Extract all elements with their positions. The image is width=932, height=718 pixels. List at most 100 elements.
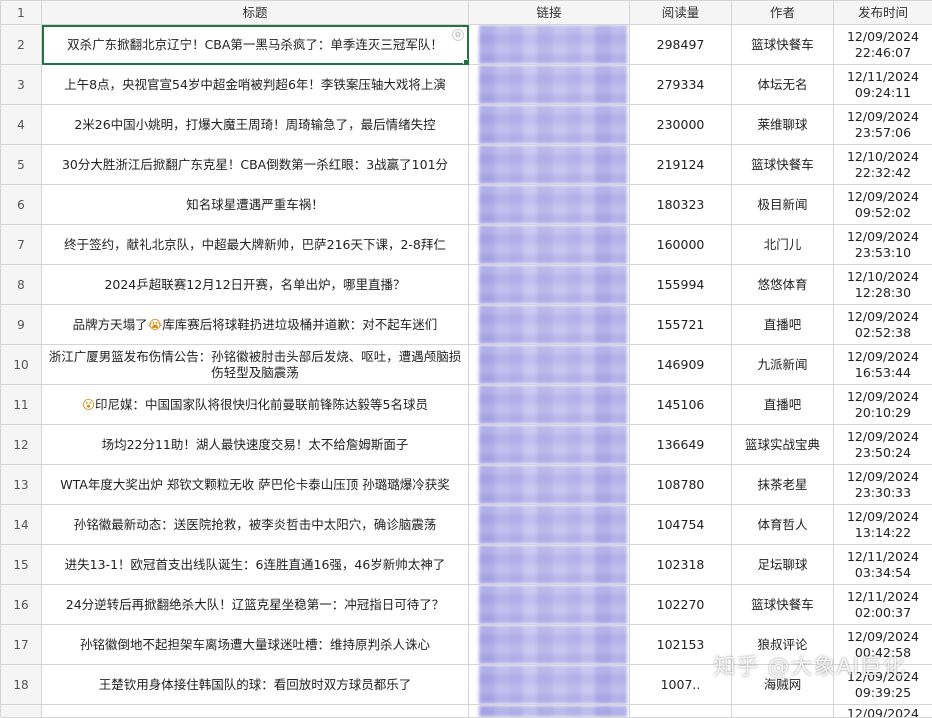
publish-time-cell[interactable]: 12/09/2024 23:53:10 [834,225,932,265]
publish-time-cell[interactable]: 12/10/2024 22:32:42 [834,145,932,185]
link-cell-blurred[interactable] [469,425,630,465]
link-cell-blurred[interactable] [469,585,630,625]
publish-time-cell[interactable]: 12/09/2024 23:30:33 [834,465,932,505]
link-cell-blurred[interactable] [469,665,630,705]
author-cell[interactable]: 抹茶老星 [732,465,834,505]
author-cell[interactable]: 篮球快餐车 [732,25,834,65]
row-number[interactable]: 13 [1,465,42,505]
link-cell-blurred[interactable] [469,505,630,545]
link-cell-blurred[interactable] [469,185,630,225]
publish-time-cell[interactable]: 12/09/2024 09:52:02 [834,185,932,225]
author-cell[interactable]: 足坛聊球 [732,545,834,585]
title-cell[interactable]: 2米26中国小姚明，打爆大魔王周琦！周琦输急了，最后情绪失控 [42,105,469,145]
author-cell[interactable]: 直播吧 [732,305,834,345]
author-cell[interactable]: 莱维聊球 [732,105,834,145]
column-header-link[interactable]: 链接 [469,1,630,25]
publish-time-cell[interactable]: 12/09/2024 20:10:29 [834,385,932,425]
title-cell[interactable]: 30分大胜浙江后掀翻广东克星！CBA倒数第一杀红眼：3战赢了101分 [42,145,469,185]
reads-cell[interactable]: 108780 [630,465,732,505]
link-cell-blurred[interactable] [469,545,630,585]
link-cell-blurred[interactable] [469,105,630,145]
title-cell[interactable]: 品牌方天塌了 😭 库库赛后将球鞋扔进垃圾桶并道歉：对不起车迷们 [42,305,469,345]
title-cell-selected[interactable]: 双杀广东掀翻北京辽宁！CBA第一黑马杀疯了：单季连灭三冠军队！ ✿ [42,25,469,65]
row-number[interactable]: 6 [1,185,42,225]
link-cell-blurred[interactable] [469,625,630,665]
title-cell-partial[interactable] [42,705,469,718]
author-cell[interactable]: 悠悠体育 [732,265,834,305]
publish-time-cell[interactable]: 12/09/2024 02:52:38 [834,305,932,345]
reads-cell[interactable]: 1007.. [630,665,732,705]
author-cell[interactable]: 直播吧 [732,385,834,425]
author-cell[interactable]: 海贼网 [732,665,834,705]
author-cell[interactable]: 北门儿 [732,225,834,265]
reads-cell[interactable]: 146909 [630,345,732,385]
publish-time-cell-partial[interactable]: 12/09/2024 [834,705,932,718]
column-header-author[interactable]: 作者 [732,1,834,25]
title-cell[interactable]: 知名球星遭遇严重车祸！ [42,185,469,225]
reads-cell[interactable]: 102318 [630,545,732,585]
author-cell[interactable]: 狼叔评论 [732,625,834,665]
row-number[interactable]: 12 [1,425,42,465]
title-cell[interactable]: 上午8点，央视官宣54岁中超金哨被判超6年！李铁案压轴大戏将上演 [42,65,469,105]
publish-time-cell[interactable]: 12/10/2024 12:28:30 [834,265,932,305]
publish-time-cell[interactable]: 12/11/2024 02:00:37 [834,585,932,625]
author-cell-partial[interactable] [732,705,834,718]
row-number-1[interactable]: 1 [1,1,42,25]
row-number[interactable]: 17 [1,625,42,665]
row-number[interactable]: 9 [1,305,42,345]
title-cell[interactable]: 😮 印尼媒：中国国家队将很快归化前曼联前锋陈达毅等5名球员 [42,385,469,425]
row-number[interactable]: 16 [1,585,42,625]
author-cell[interactable]: 极目新闻 [732,185,834,225]
row-number[interactable]: 10 [1,345,42,385]
reads-cell[interactable]: 104754 [630,505,732,545]
reads-cell[interactable]: 155721 [630,305,732,345]
title-cell[interactable]: 浙江广厦男篮发布伤情公告：孙铭徽被肘击头部后发烧、呕吐，遭遇颅脑损伤轻型及脑震荡 [42,345,469,385]
title-cell[interactable]: 王楚钦用身体接住韩国队的球：看回放时双方球员都乐了 [42,665,469,705]
column-header-title[interactable]: 标题 [42,1,469,25]
author-cell[interactable]: 篮球快餐车 [732,585,834,625]
link-cell-blurred[interactable] [469,465,630,505]
publish-time-cell[interactable]: 12/09/2024 09:39:25 [834,665,932,705]
title-cell[interactable]: 终于签约，献礼北京队，中超最大牌新帅，巴萨216天下课，2-8拜仁 [42,225,469,265]
link-cell-blurred[interactable] [469,25,630,65]
author-cell[interactable]: 体坛无名 [732,65,834,105]
title-cell[interactable]: WTA年度大奖出炉 郑钦文颗粒无收 萨巴伦卡泰山压顶 孙璐璐爆冷获奖 [42,465,469,505]
publish-time-cell[interactable]: 12/09/2024 16:53:44 [834,345,932,385]
link-cell-blurred[interactable] [469,385,630,425]
reads-cell[interactable]: 145106 [630,385,732,425]
row-number[interactable]: 4 [1,105,42,145]
reads-cell[interactable]: 298497 [630,25,732,65]
publish-time-cell[interactable]: 12/09/2024 00:42:58 [834,625,932,665]
row-number[interactable]: 15 [1,545,42,585]
row-number[interactable]: 7 [1,225,42,265]
publish-time-cell[interactable]: 12/09/2024 23:50:24 [834,425,932,465]
column-header-reads[interactable]: 阅读量 [630,1,732,25]
row-number[interactable]: 8 [1,265,42,305]
reads-cell[interactable]: 136649 [630,425,732,465]
author-cell[interactable]: 体育哲人 [732,505,834,545]
reads-cell-partial[interactable] [630,705,732,718]
link-cell-blurred[interactable] [469,225,630,265]
publish-time-cell[interactable]: 12/11/2024 09:24:11 [834,65,932,105]
title-cell[interactable]: 24分逆转后再掀翻绝杀大队！辽篮克星坐稳第一：冲冠指日可待了？ [42,585,469,625]
row-number[interactable]: 18 [1,665,42,705]
column-header-publish-time[interactable]: 发布时间 [834,1,932,25]
link-cell-blurred[interactable] [469,145,630,185]
title-cell[interactable]: 2024乒超联赛12月12日开赛，名单出炉，哪里直播？ [42,265,469,305]
row-number[interactable]: 2 [1,25,42,65]
link-cell-blurred[interactable] [469,65,630,105]
publish-time-cell[interactable]: 12/11/2024 03:34:54 [834,545,932,585]
publish-time-cell[interactable]: 12/09/2024 13:14:22 [834,505,932,545]
link-cell-blurred[interactable] [469,345,630,385]
link-cell-blurred[interactable] [469,305,630,345]
author-cell[interactable]: 九派新闻 [732,345,834,385]
reads-cell[interactable]: 180323 [630,185,732,225]
reads-cell[interactable]: 219124 [630,145,732,185]
author-cell[interactable]: 篮球实战宝典 [732,425,834,465]
title-cell[interactable]: 场均22分11助！湖人最快速度交易！太不给詹姆斯面子 [42,425,469,465]
title-cell[interactable]: 孙铭徽倒地不起担架车离场遭大量球迷吐槽：维持原判杀人诛心 [42,625,469,665]
row-number[interactable]: 5 [1,145,42,185]
title-cell[interactable]: 孙铭徽最新动态：送医院抢救，被李炎哲击中太阳穴，确诊脑震荡 [42,505,469,545]
link-cell-blurred[interactable] [469,265,630,305]
reads-cell[interactable]: 230000 [630,105,732,145]
